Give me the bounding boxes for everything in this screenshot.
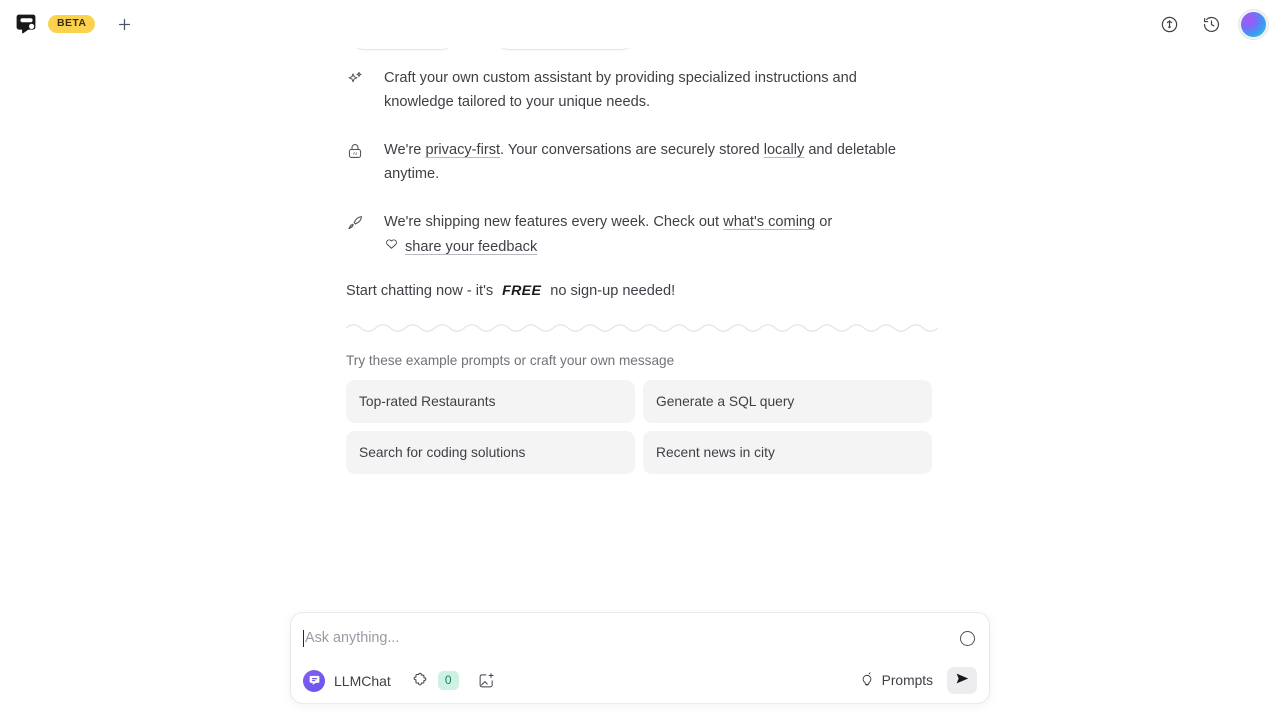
bullet-custom-assistant: Craft your own custom assistant by provi… — [346, 66, 950, 114]
model-name-label: LLMChat — [334, 672, 391, 689]
message-composer: LLMChat 0 — [290, 612, 990, 704]
free-callout-line: Start chatting now - it's FREE no sign-u… — [346, 283, 950, 299]
lock-ai-icon: AI — [346, 138, 366, 186]
svg-text:AI: AI — [353, 151, 357, 156]
whats-coming-link[interactable]: what's coming — [723, 214, 815, 230]
circle-icon[interactable] — [960, 630, 975, 646]
free-after-text: no sign-up needed! — [550, 283, 676, 299]
prompt-card-sql-query[interactable]: Generate a SQL query — [643, 380, 932, 423]
user-avatar[interactable] — [1239, 9, 1268, 39]
prompt-card-recent-news[interactable]: Recent news in city — [643, 431, 932, 474]
share-feedback-link[interactable]: share your feedback — [405, 235, 537, 259]
composer-toolbar-right: Prompts — [855, 667, 977, 694]
wavy-divider — [346, 324, 938, 332]
privacy-middle: . Your conversations are securely stored — [500, 142, 764, 158]
example-prompts-grid: Top-rated Restaurants Generate a SQL que… — [346, 380, 934, 474]
image-add-icon[interactable] — [475, 669, 498, 692]
composer-toolbar: LLMChat 0 Prompts — [303, 667, 977, 694]
top-bar-right — [1155, 9, 1280, 39]
model-selector-llmchat[interactable]: LLMChat — [303, 669, 391, 692]
prompts-button[interactable]: Prompts — [855, 667, 937, 694]
locally-link[interactable]: locally — [764, 142, 805, 158]
bullet-privacy-text: We're privacy-first. Your conversations … — [384, 138, 929, 186]
lightbulb-icon — [859, 671, 875, 690]
sparkles-icon — [346, 66, 366, 114]
free-before-text: Start chatting now - it's — [346, 283, 494, 299]
intro-content: web search to image generation , tailore… — [0, 0, 1280, 474]
ask-anything-input[interactable] — [305, 630, 960, 646]
bullet-custom-assistant-text: Craft your own custom assistant by provi… — [384, 70, 857, 110]
prompt-card-coding-solutions[interactable]: Search for coding solutions — [346, 431, 635, 474]
history-clock-icon[interactable] — [1197, 10, 1225, 38]
bullet-shipping-text: We're shipping new features every week. … — [384, 210, 832, 259]
free-badge-word: FREE — [502, 283, 542, 299]
beta-badge: BETA — [48, 15, 96, 33]
share-feedback-row: share your feedback — [384, 235, 832, 259]
rocket-icon — [346, 210, 366, 259]
top-bar-left: BETA — [0, 11, 137, 37]
llmchat-logo-icon — [303, 669, 325, 692]
chat-bubble-logo-icon[interactable] — [14, 12, 38, 36]
privacy-prefix: We're — [384, 142, 426, 158]
example-prompts-label: Try these example prompts or craft your … — [346, 353, 675, 368]
top-bar: BETA — [0, 0, 1280, 48]
heart-icon — [384, 235, 399, 259]
new-chat-plus-icon[interactable] — [111, 11, 137, 37]
shipping-middle: or — [815, 214, 833, 230]
bullet-shipping: We're shipping new features every week. … — [346, 210, 950, 259]
composer-tools: 0 — [409, 669, 498, 692]
send-arrow-icon — [955, 671, 970, 691]
text-caret — [303, 629, 304, 647]
puzzle-piece-icon[interactable] — [409, 669, 432, 692]
prompt-card-restaurants[interactable]: Top-rated Restaurants — [346, 380, 635, 423]
shipping-prefix: We're shipping new features every week. … — [384, 214, 724, 230]
usage-icon[interactable] — [1155, 10, 1183, 38]
bullet-privacy: AI We're privacy-first. Your conversatio… — [346, 138, 950, 186]
plugin-count-badge: 0 — [437, 670, 459, 691]
composer-input-row — [303, 623, 977, 653]
prompts-button-label: Prompts — [881, 673, 933, 688]
feature-bullet-list: Craft your own custom assistant by provi… — [346, 66, 950, 259]
send-button[interactable] — [947, 667, 977, 694]
privacy-first-link[interactable]: privacy-first — [425, 142, 500, 158]
